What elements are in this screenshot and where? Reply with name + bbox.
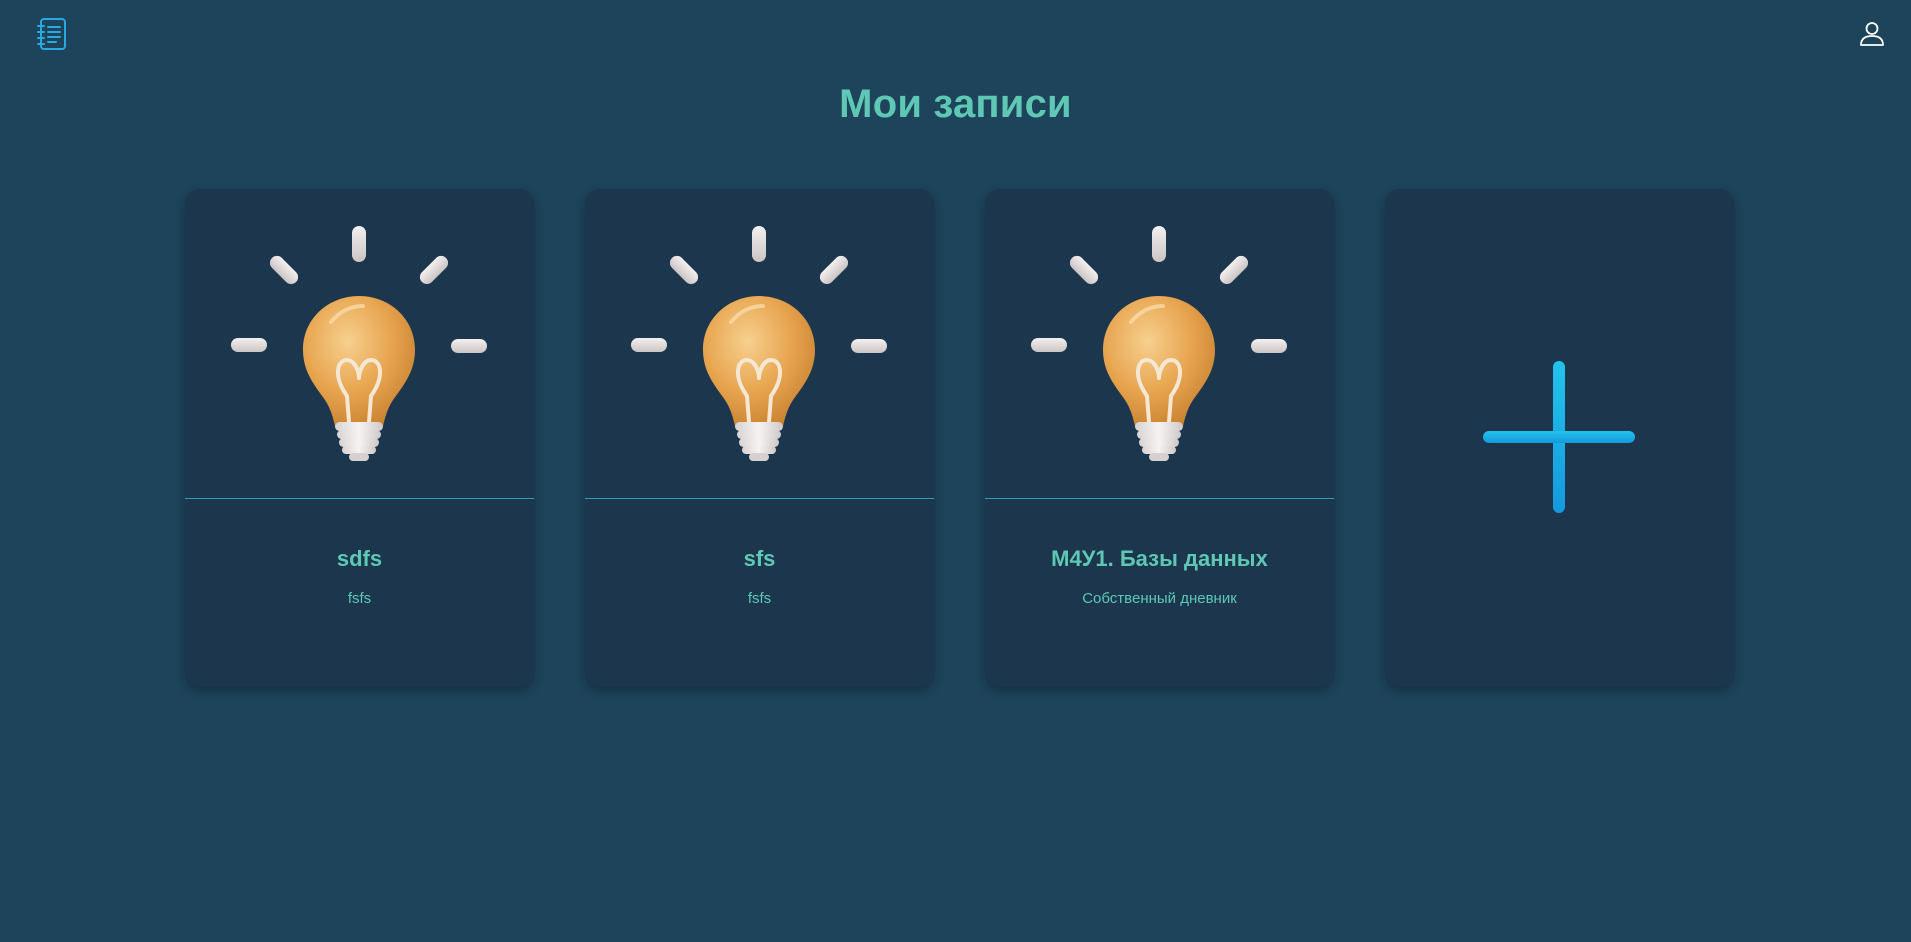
lightbulb-icon: [231, 226, 487, 462]
top-bar: [0, 0, 1911, 66]
add-entry-button[interactable]: [1385, 189, 1734, 687]
notebook-icon[interactable]: [36, 17, 68, 51]
entry-description: Собственный дневник: [1082, 590, 1237, 607]
entries-grid: sdfs fsfs sfs fsfs М4У1. Базы данных Соб…: [185, 189, 1735, 687]
lightbulb-icon: [1031, 226, 1287, 462]
entry-card[interactable]: sdfs fsfs: [185, 189, 534, 687]
entry-image: [585, 189, 934, 498]
entry-card[interactable]: М4У1. Базы данных Собственный дневник: [985, 189, 1334, 687]
entry-image: [985, 189, 1334, 498]
card-divider: [585, 498, 934, 499]
lightbulb-icon: [631, 226, 887, 462]
plus-icon: [1483, 361, 1635, 513]
entry-card[interactable]: sfs fsfs: [585, 189, 934, 687]
card-divider: [185, 498, 534, 499]
user-icon[interactable]: [1858, 20, 1886, 48]
entry-title: М4У1. Базы данных: [1051, 546, 1268, 571]
entry-description: fsfs: [747, 590, 772, 607]
entry-description: fsfs: [347, 590, 372, 607]
card-divider: [985, 498, 1334, 499]
entry-image: [185, 189, 534, 498]
entry-title: sdfs: [336, 546, 383, 571]
page-title: Мои записи: [839, 82, 1072, 126]
entry-title: sfs: [743, 546, 776, 571]
